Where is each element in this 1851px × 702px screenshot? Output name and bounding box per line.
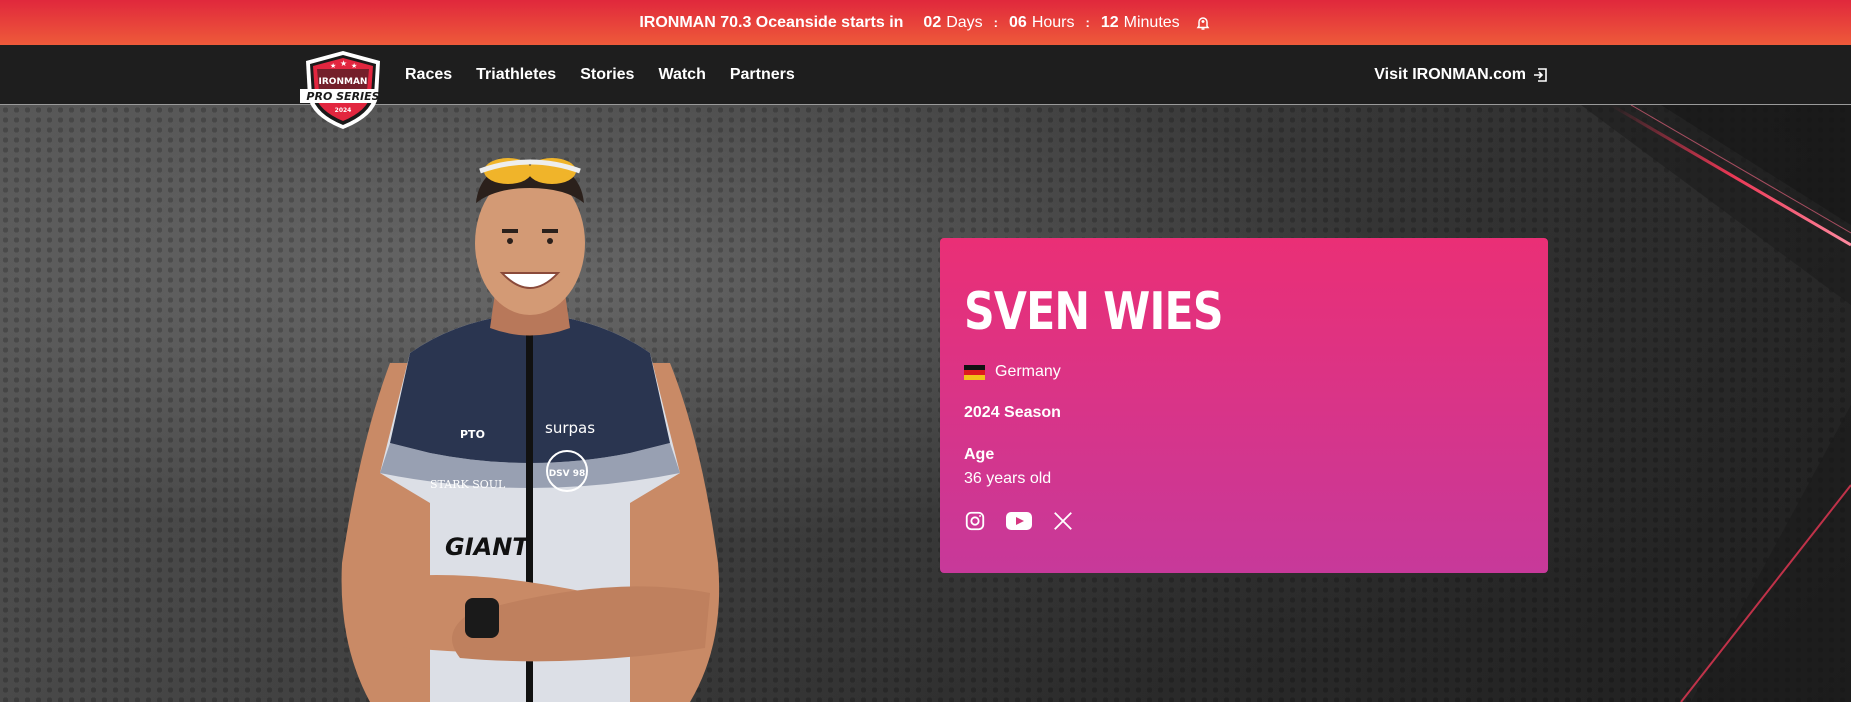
svg-text:★: ★	[340, 59, 347, 68]
ironman-pro-series-logo[interactable]: ★ ★ ★ IRONMAN PRO SERIES 2024	[295, 49, 386, 131]
nav-links: Races Triathletes Stories Watch Partners	[405, 45, 819, 105]
svg-text:★: ★	[330, 62, 336, 70]
germany-flag-icon	[964, 364, 985, 380]
age-value: 36 years old	[964, 470, 1052, 487]
nav-watch[interactable]: Watch	[658, 66, 705, 84]
nav-triathletes[interactable]: Triathletes	[476, 66, 556, 84]
countdown-minutes-number: 12	[1100, 13, 1119, 31]
athlete-country: Germany	[964, 363, 1061, 381]
countdown-lead: IRONMAN 70.3 Oceanside starts in	[639, 13, 904, 31]
social-links	[964, 510, 1094, 532]
visit-ironman-link[interactable]: Visit IRONMAN.com	[1374, 45, 1548, 105]
countdown-banner: IRONMAN 70.3 Oceanside starts in 02 Days…	[0, 0, 1851, 45]
nav-partners[interactable]: Partners	[730, 66, 795, 84]
countdown-hours-number: 06	[1009, 13, 1027, 31]
athlete-hero: PTO surpas STARK SOUL DSV 98 GIANT SVEN …	[0, 105, 1851, 702]
athlete-photo: PTO surpas STARK SOUL DSV 98 GIANT	[341, 158, 720, 702]
instagram-icon[interactable]	[964, 510, 986, 532]
jersey-text-pto: PTO	[460, 428, 485, 441]
nav-stories[interactable]: Stories	[580, 66, 634, 84]
countdown-separator: :	[993, 15, 999, 30]
youtube-icon[interactable]	[1006, 511, 1032, 531]
athlete-name: SVEN WIES	[964, 282, 1224, 342]
jersey-text-surpas: surpas	[545, 419, 595, 437]
countdown-minutes-label: Minutes	[1123, 13, 1180, 31]
main-nav: ★ ★ ★ IRONMAN PRO SERIES 2024 Races Tria…	[0, 45, 1851, 129]
athlete-profile-card: SVEN WIES Germany 2024 Season Age 36 yea…	[940, 238, 1548, 573]
countdown-hours: 06 Hours	[1009, 14, 1074, 32]
x-twitter-icon[interactable]	[1052, 510, 1074, 532]
jersey-text-starksoul: STARK SOUL	[430, 478, 506, 491]
athlete-country-label: Germany	[995, 363, 1061, 380]
logo-text-main: PRO SERIES	[306, 90, 379, 103]
bell-icon[interactable]	[1194, 14, 1212, 32]
countdown-days: 02 Days	[923, 14, 982, 32]
nav-races[interactable]: Races	[405, 66, 452, 84]
jersey-text-giant: GIANT	[445, 533, 530, 561]
countdown-separator: :	[1085, 15, 1090, 30]
external-link-icon	[1532, 67, 1548, 83]
countdown-days-number: 02	[923, 13, 942, 31]
visit-ironman-label: Visit IRONMAN.com	[1374, 66, 1526, 83]
countdown-days-label: Days	[946, 13, 983, 31]
svg-text:★: ★	[351, 62, 357, 70]
countdown-hours-label: Hours	[1031, 13, 1075, 31]
logo-year: 2024	[335, 107, 352, 114]
countdown-minutes: 12 Minutes	[1101, 14, 1180, 32]
jersey-text-dsv: DSV 98	[549, 469, 586, 479]
logo-text-top: IRONMAN	[319, 77, 368, 87]
age-label: Age	[964, 446, 995, 463]
athlete-season: 2024 Season	[964, 404, 1061, 421]
